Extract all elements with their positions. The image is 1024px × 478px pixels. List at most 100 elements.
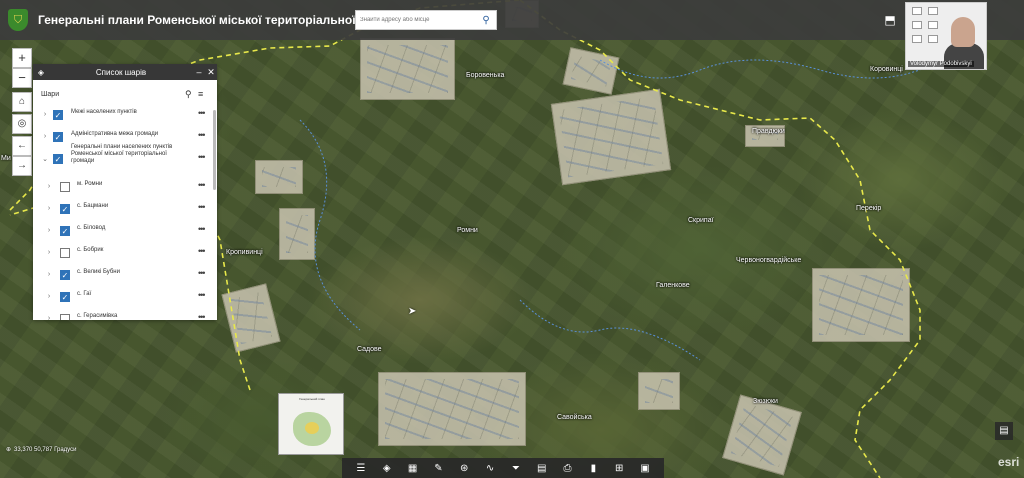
measure-icon[interactable]: ∿: [483, 463, 497, 474]
participant-face: [951, 17, 975, 47]
basemap-gallery-icon[interactable]: ▦: [406, 463, 420, 474]
search-icon[interactable]: ⚲: [185, 89, 192, 100]
expand-arrow-icon[interactable]: ›: [45, 249, 53, 256]
layer-panel-header: ◈ Список шарів – ✕: [33, 64, 217, 80]
zoom-out-button[interactable]: −: [12, 68, 32, 88]
expand-arrow-icon[interactable]: ›: [45, 227, 53, 234]
map-label: Галенкове: [656, 282, 690, 289]
layer-row[interactable]: › м. Ромни •••: [33, 178, 211, 200]
mouse-cursor-icon: ➤: [408, 306, 417, 317]
more-options-icon[interactable]: •••: [198, 312, 206, 320]
select-icon[interactable]: ⊞: [612, 463, 626, 474]
more-options-icon[interactable]: •••: [198, 130, 206, 140]
layer-visibility-checkbox[interactable]: [60, 314, 70, 320]
expand-arrow-icon[interactable]: ›: [45, 205, 53, 212]
inset-title: Генеральний план: [299, 397, 325, 401]
expand-arrow-icon[interactable]: ›: [41, 111, 49, 118]
layers-heading: Шари: [41, 91, 60, 98]
layer-visibility-checkbox[interactable]: ✓: [60, 204, 70, 214]
bottom-toolbar: ☰ ◈ ▦ ✎ ⊛ ∿ ⏷ ▤ ⎙ ▮ ⊞ ▣: [342, 458, 664, 478]
home-button[interactable]: ⌂: [12, 92, 32, 112]
search-box[interactable]: ⚲: [355, 10, 497, 30]
layer-row[interactable]: ⌄ ✓ Генеральні плани населених пунктів Ром…: [33, 144, 211, 172]
layer-visibility-checkbox[interactable]: ✓: [53, 154, 63, 164]
filter-icon[interactable]: ⏷: [509, 463, 523, 474]
more-options-icon[interactable]: •••: [198, 152, 206, 162]
layer-visibility-checkbox[interactable]: ✓: [60, 226, 70, 236]
map-label: Зюзюки: [753, 398, 778, 405]
layer-row[interactable]: › ✓ с. Великі Бубни •••: [33, 266, 211, 288]
widget-launcher-icon[interactable]: ⬒: [882, 12, 898, 28]
more-options-icon[interactable]: •••: [198, 268, 206, 278]
layer-visibility-checkbox[interactable]: ✓: [60, 292, 70, 302]
layer-visibility-checkbox[interactable]: ✓: [53, 132, 63, 142]
expand-arrow-icon[interactable]: ›: [45, 183, 53, 190]
layer-visibility-checkbox[interactable]: [60, 248, 70, 258]
expand-arrow-icon[interactable]: ›: [45, 315, 53, 320]
layer-row[interactable]: › ✓ Межі населених пунктів •••: [33, 106, 211, 128]
print-icon[interactable]: ⎙: [561, 463, 575, 474]
search-icon[interactable]: ⚲: [480, 15, 492, 27]
video-participant-tile: Volodymyr Podobivskyi: [905, 2, 987, 70]
layers-icon[interactable]: ◈: [380, 463, 394, 474]
share-icon[interactable]: ▣: [638, 463, 652, 474]
layer-label: Адміністративна межа громади: [71, 131, 159, 137]
layer-visibility-checkbox[interactable]: [60, 182, 70, 192]
search-input[interactable]: [356, 17, 476, 23]
app-title: Генеральні плани Роменської міської тери…: [38, 13, 409, 27]
layer-row[interactable]: › ✓ с. Бацмани •••: [33, 200, 211, 222]
app-header: ⛉ Генеральні плани Роменської міської те…: [0, 0, 1024, 40]
inset-center: [305, 422, 319, 434]
more-options-icon[interactable]: •••: [198, 202, 206, 212]
inset-plan-thumbnail: Генеральний план: [278, 393, 344, 455]
map-label: Скрипаї: [688, 217, 714, 224]
coordinate-text: 33,370 50,787 Градуси: [14, 446, 77, 453]
layer-visibility-checkbox[interactable]: ✓: [60, 270, 70, 280]
more-options-icon[interactable]: •••: [198, 246, 206, 256]
coat-of-arms-logo: ⛉: [8, 9, 28, 31]
more-options-icon[interactable]: •••: [198, 224, 206, 234]
map-label: Садове: [357, 346, 382, 353]
map-label: Перекір: [856, 205, 882, 212]
zoom-in-button[interactable]: +: [12, 48, 32, 68]
draw-icon[interactable]: ✎: [431, 463, 445, 474]
layer-label: с. Біловод: [77, 225, 106, 231]
map-label: Кропивинці: [226, 249, 263, 256]
layer-row[interactable]: › с. Герасимівка •••: [33, 310, 211, 320]
logo-thumb: [912, 7, 922, 15]
layer-row[interactable]: › с. Бобрик •••: [33, 244, 211, 266]
collapse-arrow-icon[interactable]: ⌄: [41, 155, 49, 163]
more-options-icon[interactable]: •••: [198, 290, 206, 300]
logo-thumb: [912, 21, 922, 29]
logo-thumb: [928, 21, 938, 29]
expand-arrow-icon[interactable]: ›: [45, 293, 53, 300]
logo-thumb: [912, 35, 922, 43]
analysis-icon[interactable]: ⊛: [457, 463, 471, 474]
close-icon[interactable]: ✕: [205, 67, 217, 78]
layer-row[interactable]: › ✓ с. Гаї •••: [33, 288, 211, 310]
bookmark-icon[interactable]: ▮: [586, 463, 600, 474]
scrollbar[interactable]: [213, 110, 216, 190]
locate-button[interactable]: ◎: [12, 114, 32, 134]
expand-arrow-icon[interactable]: ›: [41, 133, 49, 140]
more-options-icon[interactable]: •••: [198, 180, 206, 190]
more-options-icon[interactable]: •••: [198, 108, 206, 118]
expand-arrow-icon[interactable]: ›: [45, 271, 53, 278]
minimize-icon[interactable]: –: [193, 67, 205, 77]
logo-thumb: [928, 35, 938, 43]
layer-label: с. Гаї: [77, 291, 92, 297]
layer-label: м. Ромни: [77, 181, 103, 187]
layer-visibility-checkbox[interactable]: ✓: [53, 110, 63, 120]
layers-icon: ◈: [37, 67, 45, 77]
next-extent-button[interactable]: →: [12, 156, 32, 176]
table-icon[interactable]: ▤: [535, 463, 549, 474]
layer-label: Межі населених пунктів: [71, 109, 137, 115]
previous-extent-button[interactable]: ←: [12, 136, 32, 156]
layer-label: Генеральні плани населених пунктів Ромен…: [71, 144, 173, 164]
filter-icon[interactable]: ≡: [198, 89, 203, 99]
map-label: Коровинці: [870, 66, 903, 73]
legend-button[interactable]: ▤: [995, 422, 1013, 440]
layer-row[interactable]: › ✓ с. Біловод •••: [33, 222, 211, 244]
list-icon[interactable]: ☰: [354, 463, 368, 474]
layer-panel-body: Шари ⚲ ≡ › ✓ Межі населених пунктів ••• › ✓ Ад…: [33, 80, 217, 320]
